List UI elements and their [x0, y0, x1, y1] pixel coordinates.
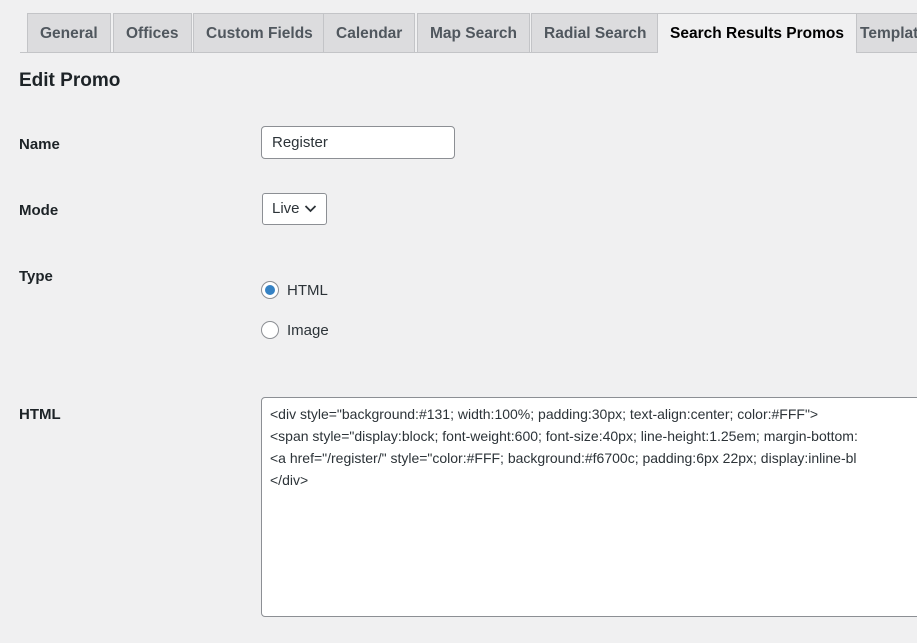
radio-image-label: Image: [287, 321, 329, 339]
page-title: Edit Promo: [19, 70, 121, 91]
radio-image[interactable]: [261, 321, 279, 339]
tab-offices[interactable]: Offices: [113, 13, 192, 52]
radio-html[interactable]: [261, 281, 279, 299]
mode-label: Mode: [19, 202, 59, 219]
mode-select[interactable]: Live: [262, 193, 327, 225]
html-label: HTML: [19, 406, 61, 423]
tab-custom-fields[interactable]: Custom Fields: [193, 13, 326, 52]
tab-search-results-promos[interactable]: Search Results Promos: [657, 13, 858, 53]
code-line: <span style="display:block; font-weight:…: [270, 428, 858, 444]
type-option-html[interactable]: HTML: [261, 280, 328, 300]
tab-general[interactable]: General: [27, 13, 111, 52]
code-line: <a href="/register/" style="color:#FFF; …: [270, 450, 857, 466]
settings-tabs: General Offices Custom Fields Calendar M…: [0, 0, 917, 53]
code-line: <div style="background:#131; width:100%;…: [270, 406, 819, 422]
type-label: Type: [19, 268, 53, 285]
code-line: </div>: [270, 472, 309, 488]
chevron-down-icon: [304, 205, 317, 213]
tab-radial-search[interactable]: Radial Search: [531, 13, 660, 52]
html-code-textarea[interactable]: <div style="background:#131; width:100%;…: [261, 397, 917, 617]
tab-calendar[interactable]: Calendar: [323, 13, 416, 52]
type-option-image[interactable]: Image: [261, 320, 329, 340]
mode-selected-value: Live: [272, 200, 300, 217]
tab-templates[interactable]: Templates: [847, 13, 917, 52]
name-label: Name: [19, 136, 60, 153]
tab-map-search[interactable]: Map Search: [417, 13, 531, 52]
name-input[interactable]: [261, 126, 455, 159]
radio-html-label: HTML: [287, 281, 328, 299]
